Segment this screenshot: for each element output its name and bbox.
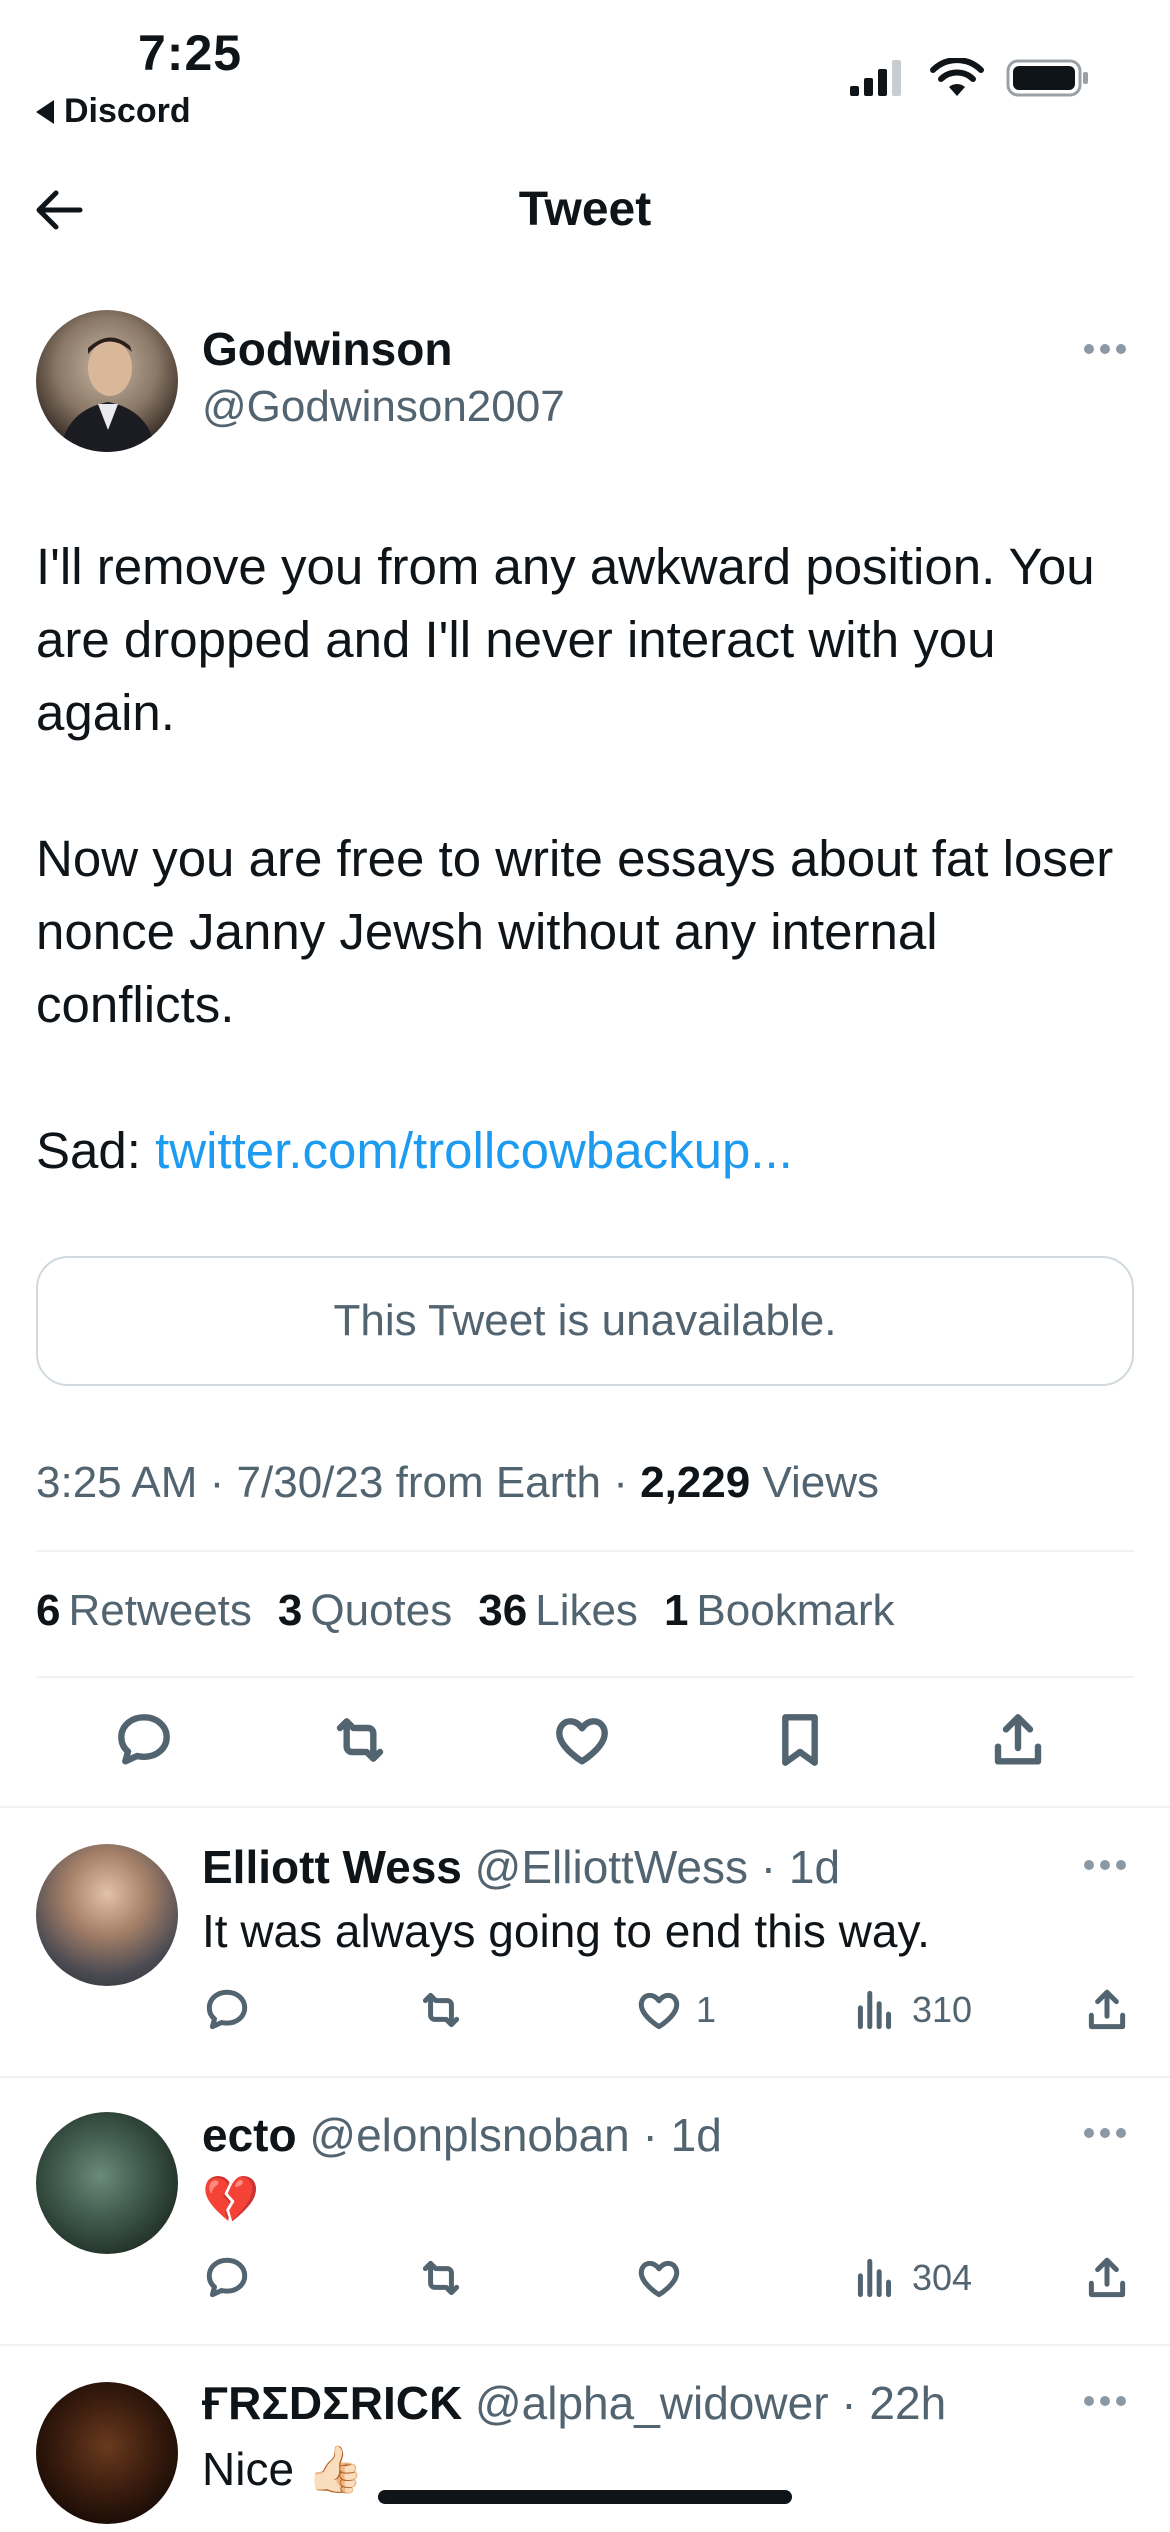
like-button[interactable]: 1 [634,1984,716,2036]
reply-text: 💔 [202,2173,260,2225]
divider [36,1676,1134,1678]
reply-icon[interactable] [112,1708,176,1772]
like-heart-icon [638,2260,680,2298]
reply-author-handle[interactable]: @elonplsnoban [309,2109,629,2161]
divider [36,1550,1134,1552]
person-silhouette-icon [60,337,156,452]
reply-icon [206,2257,248,2298]
tweet-time: 3:25 AM [36,1458,198,1507]
analytics-bars-icon [857,2258,892,2298]
tweet-date: 7/30/23 [236,1458,384,1507]
retweet-icon [422,1992,460,2028]
reply-header: Elliott Wess @ElliottWess · 1d [202,1841,841,1893]
back-to-app-button[interactable]: Discord [36,92,191,131]
analytics-bars-icon [857,1990,892,2030]
views-count: 310 [912,1989,973,2030]
reply-header: ҒRΣDΣRICƘ @alpha_widower · 22h [202,2377,947,2429]
reply-header: ecto @elonplsnoban · 1d [202,2109,722,2161]
reply-author-handle[interactable]: @ElliottWess [475,1841,748,1893]
share-icon [1088,1989,1126,2030]
views-button[interactable]: 310 [850,1984,972,2036]
wifi-icon [930,58,984,96]
tweet-action-bar [0,1708,1170,1778]
divider [0,2076,1170,2078]
like-heart-icon[interactable] [550,1708,614,1772]
reply-age: 1d [788,1841,841,1893]
retweet-icon[interactable] [328,1708,392,1772]
likes-stat[interactable]: 36 Likes [478,1586,638,1636]
share-button[interactable] [1082,2252,1132,2304]
reply-text: Nice 👍🏻 [202,2443,365,2495]
bookmark-icon[interactable] [768,1708,832,1772]
nav-header: Tweet [0,160,1170,260]
views-count: 304 [912,2257,973,2298]
more-options-icon[interactable] [1084,1860,1128,1872]
author-handle[interactable]: @Godwinson2007 [202,382,565,432]
quoted-tweet-unavailable[interactable]: This Tweet is unavailable. [36,1256,1134,1386]
views-label: Views [762,1458,880,1507]
quotes-stat[interactable]: 3 Quotes [278,1586,452,1636]
status-icons [848,58,1090,98]
page-title: Tweet [518,183,652,236]
cellular-signal-icon [850,60,901,96]
author-name[interactable]: Godwinson [202,322,452,376]
views-button[interactable]: 304 [850,2252,972,2304]
share-icon[interactable] [986,1708,1050,1772]
home-indicator[interactable] [378,2490,792,2504]
tweet-text: I'll remove you from any awkward positio… [36,530,1136,1187]
bookmarks-stat[interactable]: 1 Bookmark [664,1586,895,1636]
tweet-stats: 6 Retweets 3 Quotes 36 Likes 1 Bookmark [36,1586,895,1636]
like-count: 1 [696,1989,717,2030]
tweet-paragraph: Sad: twitter.com/trollcowbackup... [36,1114,1136,1187]
reply-author-handle[interactable]: @alpha_widower [475,2377,829,2429]
divider [0,2344,1170,2346]
reply-icon [206,1989,248,2030]
reply-avatar[interactable] [36,2112,178,2254]
reply-text: It was always going to end this way. [202,1905,930,1957]
retweet-button[interactable] [416,2252,466,2304]
reply-author-name[interactable]: ecto [202,2109,297,2161]
like-heart-icon [638,1992,680,2030]
retweets-stat[interactable]: 6 Retweets [36,1586,252,1636]
battery-icon [1006,59,1088,97]
back-triangle-icon [36,99,54,124]
tweet-paragraph: I'll remove you from any awkward positio… [36,538,1095,741]
tweet-paragraph: Now you are free to write essays about f… [36,830,1114,1033]
reply-avatar[interactable] [36,1844,178,1986]
reply-button[interactable] [202,1984,252,2036]
reply-author-name[interactable]: Elliott Wess [202,1841,462,1893]
link-prefix: Sad: [36,1122,156,1179]
share-button[interactable] [1082,1984,1132,2036]
views-count: 2,229 [640,1458,751,1507]
more-options-icon[interactable] [1084,2128,1128,2140]
divider [0,1806,1170,1808]
reply-avatar[interactable] [36,2382,178,2524]
author-avatar[interactable] [36,310,178,452]
tweet-link[interactable]: twitter.com/trollcowbackup... [155,1122,793,1179]
like-button[interactable] [634,2252,684,2304]
reply-age: 1d [670,2109,722,2161]
status-time: 7:25 [138,25,243,81]
back-app-label: Discord [64,92,191,130]
more-options-icon[interactable] [1084,2396,1128,2408]
share-icon [1088,2257,1126,2298]
reply-button[interactable] [202,2252,252,2304]
status-bar: 7:25 Discord [0,0,1170,140]
reply-author-name[interactable]: ҒRΣDΣRICƘ [202,2377,462,2429]
tweet-meta: 3:25 AM · 7/30/23 from Earth · 2,229 Vie… [36,1458,880,1507]
retweet-icon [422,2260,460,2296]
reply-age: 22h [869,2377,947,2429]
tweet-source: from Earth [395,1458,601,1507]
retweet-button[interactable] [416,1984,466,2036]
more-options-icon[interactable] [1084,344,1128,356]
